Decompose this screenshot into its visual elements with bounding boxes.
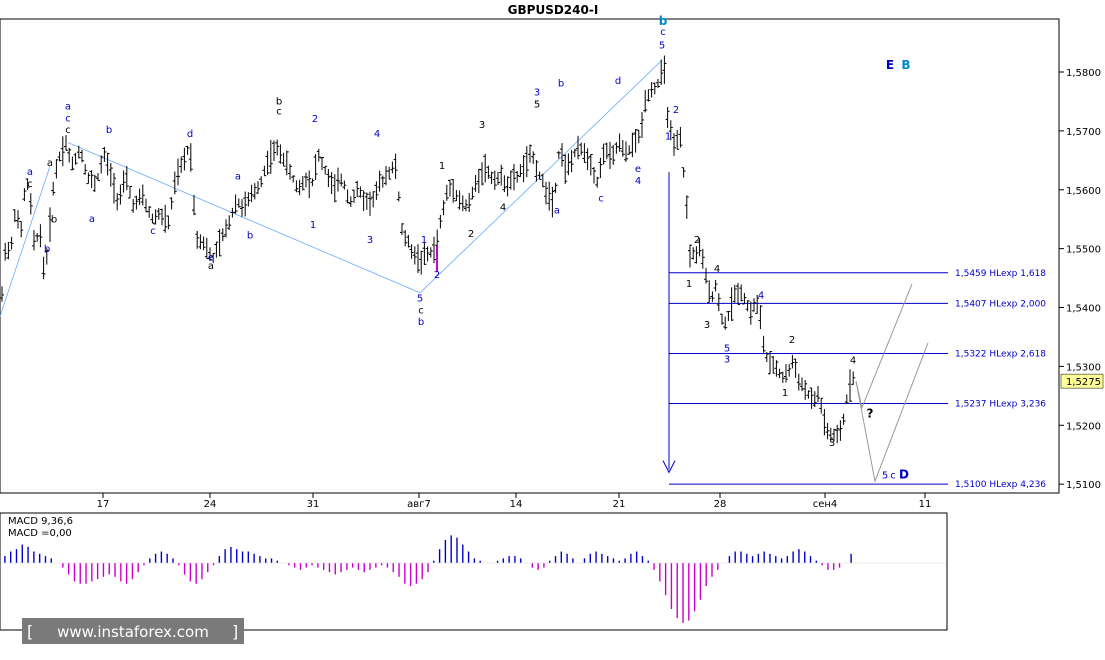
wave-label: c <box>150 226 156 237</box>
macd-label-params: MACD 9,36,6 <box>8 516 73 527</box>
y-tick-label: 1,5800 <box>1066 68 1101 79</box>
wave-label: c <box>890 470 896 481</box>
svg-text:]: ] <box>232 622 238 641</box>
wave-label: 1 <box>310 220 316 231</box>
wave-label: a <box>47 158 53 169</box>
wave-label: b <box>247 231 253 242</box>
y-tick-label: 1,5500 <box>1066 245 1101 256</box>
wave-label: 1 <box>686 279 692 290</box>
fib-label: 1,5322 HLexp 2,618 <box>955 349 1046 359</box>
wave-label: 5 <box>534 99 540 110</box>
wave-label: 4 <box>500 202 506 213</box>
x-tick-label: 17 <box>97 499 110 510</box>
wave-label: c <box>418 305 424 316</box>
fib-label: 1,5100 HLexp 4,236 <box>955 480 1046 490</box>
wave-label: 3 <box>724 354 730 365</box>
wave-label: ? <box>867 407 874 421</box>
wave-label: 2 <box>434 270 440 281</box>
wave-label: 5 <box>724 344 730 355</box>
current-price-marker: 1,5275 <box>1060 373 1104 389</box>
wave-label: 3 <box>534 88 540 99</box>
fib-label: 1,5237 HLexp 3,236 <box>955 399 1046 409</box>
wave-label: b <box>106 125 112 136</box>
wave-label: 3 <box>829 438 835 449</box>
wave-label: d <box>615 76 621 87</box>
wave-label: 2 <box>673 105 679 116</box>
wave-label: 5 <box>417 294 423 305</box>
x-tick-label: 21 <box>613 499 626 510</box>
svg-text:[: [ <box>27 622 33 641</box>
wave-label: 1 <box>421 235 427 246</box>
wave-label: 3 <box>479 120 485 131</box>
wave-label: 4 <box>850 355 856 366</box>
wave-label: b <box>418 317 424 328</box>
y-tick-label: 1,5200 <box>1066 421 1101 432</box>
wave-label: c <box>598 194 604 205</box>
wave-label: 1 <box>665 132 671 143</box>
gbpusd-chart: GBPUSD240-I 1,5459 HLexp 1,618 1,5407 HLe… <box>0 0 1105 660</box>
x-tick-label: 31 <box>307 499 320 510</box>
wave-label: 2 <box>312 114 318 125</box>
wave-label: a <box>65 102 71 113</box>
wave-label: 2 <box>468 229 474 240</box>
current-price-label: 1,5275 <box>1066 377 1101 388</box>
wave-label: 4 <box>635 176 641 187</box>
wave-label: 4 <box>374 129 380 140</box>
y-tick-label: 1,5100 <box>1066 480 1101 491</box>
y-tick-label: 1,5400 <box>1066 304 1101 315</box>
watermark-text: www.instaforex.com <box>57 623 209 641</box>
wave-label: 1 <box>782 388 788 399</box>
wave-label: e <box>635 164 641 175</box>
wave-label: c <box>660 27 666 38</box>
wave-label: D <box>899 467 909 481</box>
wave-label: c <box>27 179 33 190</box>
x-tick-label: сен4 <box>813 499 838 510</box>
wave-label: E <box>886 58 894 72</box>
x-tick-label: 24 <box>204 499 217 510</box>
wave-label: b <box>558 79 564 90</box>
wave-label: b <box>659 14 668 28</box>
wave-label: 2 <box>789 335 795 346</box>
wave-label: a <box>554 205 560 216</box>
fib-label: 1,5459 HLexp 1,618 <box>955 269 1046 279</box>
wave-label: a <box>235 172 241 183</box>
wave-label: b <box>51 215 57 226</box>
y-tick-label: 1,5300 <box>1066 362 1101 373</box>
wave-label: c <box>65 113 71 124</box>
fib-label: 1,5407 HLexp 2,000 <box>955 299 1046 309</box>
x-tick-label: авг7 <box>407 499 431 510</box>
macd-label-value: MACD =0,00 <box>8 528 72 539</box>
x-tick-label: 28 <box>714 499 727 510</box>
wave-label: d <box>187 129 193 140</box>
wave-label: c <box>65 125 71 136</box>
x-tick-label: 14 <box>510 499 523 510</box>
wave-label: b <box>44 244 50 255</box>
wave-label: a <box>208 261 214 272</box>
wave-label: c <box>276 106 282 117</box>
wave-label: 1 <box>439 161 445 172</box>
wave-label: 3 <box>367 235 373 246</box>
x-tick-label: 11 <box>919 499 932 510</box>
wave-label: 3 <box>704 320 710 331</box>
y-tick-label: 1,5700 <box>1066 127 1101 138</box>
wave-label: 4 <box>714 264 720 275</box>
watermark: www.instaforex.com [ ] <box>22 618 244 644</box>
y-tick-label: 1,5600 <box>1066 186 1101 197</box>
wave-label: 2 <box>694 235 700 246</box>
chart-title: GBPUSD240-I <box>508 3 599 17</box>
wave-label: a <box>27 167 33 178</box>
wave-label: 5 <box>659 40 665 51</box>
wave-label: a <box>89 214 95 225</box>
wave-label: 5 <box>882 470 888 481</box>
wave-label: B <box>901 58 910 72</box>
wave-label: 4 <box>758 291 764 302</box>
